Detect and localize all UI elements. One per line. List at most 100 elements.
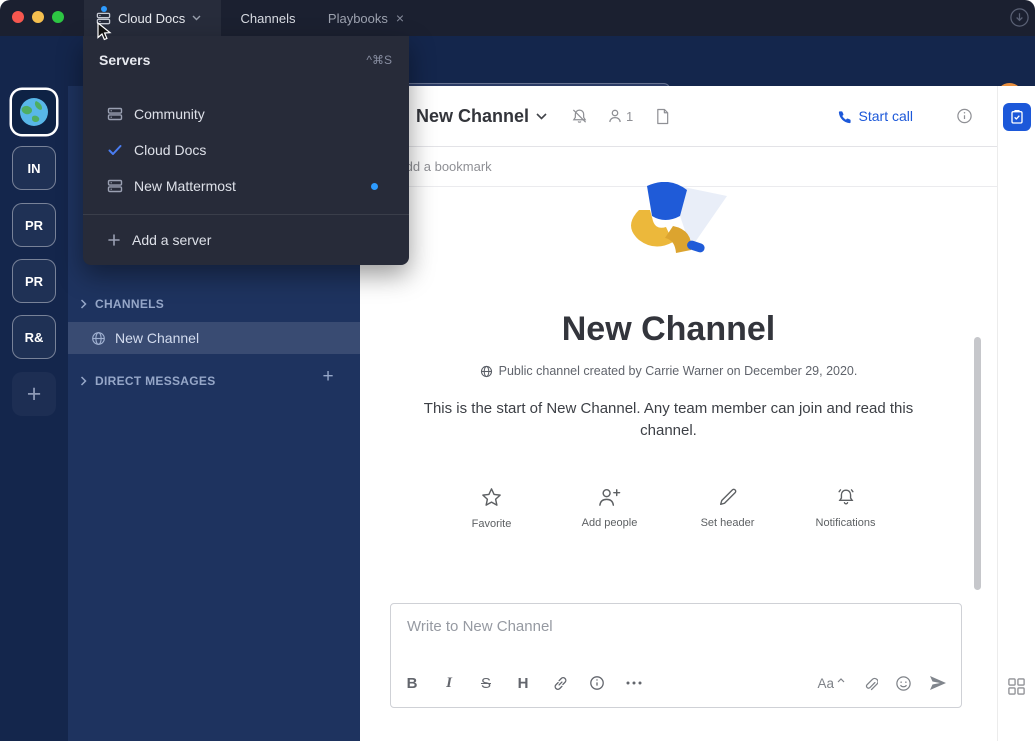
direct-messages-label: DIRECT MESSAGES — [95, 374, 216, 388]
emoji-button[interactable] — [895, 675, 912, 692]
sidebar-item-new-channel[interactable]: New Channel — [68, 322, 360, 354]
tab-channels[interactable]: Channels — [221, 0, 315, 36]
servers-shortcut: ^⌘S — [366, 53, 392, 67]
download-icon — [1009, 7, 1030, 28]
add-team-button[interactable]: + — [12, 372, 56, 416]
server-icon — [96, 11, 111, 26]
italic-button[interactable]: I — [434, 668, 464, 698]
bell-icon — [835, 486, 857, 508]
attach-file-button[interactable] — [862, 675, 878, 692]
unread-dot — [101, 6, 107, 12]
close-tab-icon[interactable]: × — [396, 10, 404, 26]
main-content: New Channel 1 Start call Add — [360, 86, 997, 741]
server-item-cloud-docs-selected[interactable]: Cloud Docs — [83, 132, 409, 168]
close-window-button[interactable] — [12, 11, 24, 23]
scrollbar[interactable] — [974, 337, 981, 590]
start-call-button[interactable]: Start call — [837, 108, 913, 124]
tab-server-cloud-docs[interactable]: Cloud Docs — [84, 0, 221, 36]
minimize-window-button[interactable] — [32, 11, 44, 23]
team-item-in[interactable]: IN — [12, 146, 56, 190]
intro-actions: Favorite Add people Set header Notificat… — [360, 486, 977, 530]
pinned-files-button[interactable] — [655, 108, 670, 125]
channel-header: New Channel 1 Start call — [360, 86, 997, 147]
more-formatting-button[interactable] — [619, 668, 649, 698]
link-icon — [552, 675, 569, 692]
clipboard-check-icon — [1009, 109, 1025, 125]
download-update-button[interactable] — [1008, 6, 1031, 29]
intro-meta-row: Public channel created by Carrie Warner … — [360, 364, 977, 378]
composer-right-tools: Aa — [817, 675, 951, 692]
action-label: Notifications — [816, 517, 876, 529]
add-people-button[interactable]: Add people — [573, 486, 647, 530]
team-initials: IN — [28, 161, 41, 176]
plus-icon — [107, 233, 121, 247]
document-icon — [655, 108, 670, 125]
pencil-icon — [717, 486, 739, 508]
add-direct-message-button[interactable]: + — [318, 367, 338, 387]
server-item-community[interactable]: Community — [83, 96, 409, 132]
server-icon — [107, 178, 123, 194]
info-circle-icon — [589, 675, 605, 691]
globe-channel-icon — [91, 331, 106, 346]
team-item-pr-1[interactable]: PR — [12, 203, 56, 247]
text-format-toggle[interactable]: Aa — [817, 676, 845, 691]
formatting-help-button[interactable] — [582, 668, 612, 698]
strikethrough-button[interactable]: S — [471, 668, 501, 698]
add-bookmark-label[interactable]: Add a bookmark — [397, 159, 492, 174]
notifications-button[interactable]: Notifications — [809, 486, 883, 530]
direct-messages-section-header[interactable]: DIRECT MESSAGES — [80, 373, 344, 389]
playbooks-rail-button[interactable] — [1003, 103, 1031, 131]
tab-label: Channels — [241, 11, 296, 26]
message-input[interactable] — [407, 618, 945, 635]
paperclip-icon — [862, 675, 878, 692]
chevron-down-icon[interactable] — [536, 113, 547, 120]
apps-grid-button[interactable] — [1007, 677, 1027, 697]
channel-members-button[interactable]: 1 — [607, 108, 633, 124]
set-header-button[interactable]: Set header — [691, 486, 765, 530]
bold-button[interactable]: B — [397, 668, 427, 698]
tab-playbooks[interactable]: Playbooks × — [315, 0, 417, 36]
link-button[interactable] — [545, 668, 575, 698]
channels-section-label: CHANNELS — [95, 297, 164, 311]
person-icon — [607, 108, 623, 124]
send-icon — [929, 675, 947, 691]
maximize-window-button[interactable] — [52, 11, 64, 23]
chevron-right-icon — [80, 376, 87, 386]
channels-section-header[interactable]: CHANNELS — [80, 296, 344, 312]
message-composer: B I S H Aa — [390, 603, 962, 708]
favorite-button[interactable]: Favorite — [455, 486, 529, 530]
team-initials: R& — [25, 330, 44, 345]
channel-title[interactable]: New Channel — [416, 106, 529, 127]
channel-info-button[interactable] — [956, 108, 973, 125]
team-item-globe-selected[interactable] — [12, 90, 56, 134]
formatting-toolbar: B I S H Aa — [397, 664, 951, 702]
unread-dot — [371, 183, 378, 190]
add-server-button[interactable]: Add a server — [83, 220, 409, 260]
ellipsis-icon — [626, 681, 642, 685]
channel-intro-illustration — [603, 182, 735, 278]
server-icon — [107, 106, 123, 122]
chevron-down-icon — [192, 15, 201, 21]
team-item-pr-2[interactable]: PR — [12, 259, 56, 303]
server-label: New Mattermost — [134, 178, 236, 194]
server-label: Cloud Docs — [134, 142, 206, 158]
chevron-up-icon — [837, 678, 845, 683]
plus-icon: + — [322, 366, 333, 388]
phone-icon — [837, 109, 852, 124]
bookmark-bar[interactable]: Add a bookmark — [360, 147, 997, 187]
mute-channel-button[interactable] — [571, 108, 588, 125]
member-count: 1 — [626, 109, 633, 124]
channel-name-label: New Channel — [115, 330, 199, 346]
plus-icon: + — [27, 380, 42, 409]
server-item-new-mattermost[interactable]: New Mattermost — [83, 168, 409, 204]
apps-rail — [997, 86, 1035, 741]
send-button[interactable] — [929, 675, 947, 691]
heading-button[interactable]: H — [508, 668, 538, 698]
titlebar: Cloud Docs Channels Playbooks × — [0, 0, 1035, 36]
globe-avatar-icon — [19, 97, 49, 127]
start-call-label: Start call — [859, 108, 913, 124]
team-item-r-and[interactable]: R& — [12, 315, 56, 359]
server-label: Community — [134, 106, 205, 122]
tab-label: Cloud Docs — [118, 11, 185, 26]
tab-label: Playbooks — [328, 11, 388, 26]
